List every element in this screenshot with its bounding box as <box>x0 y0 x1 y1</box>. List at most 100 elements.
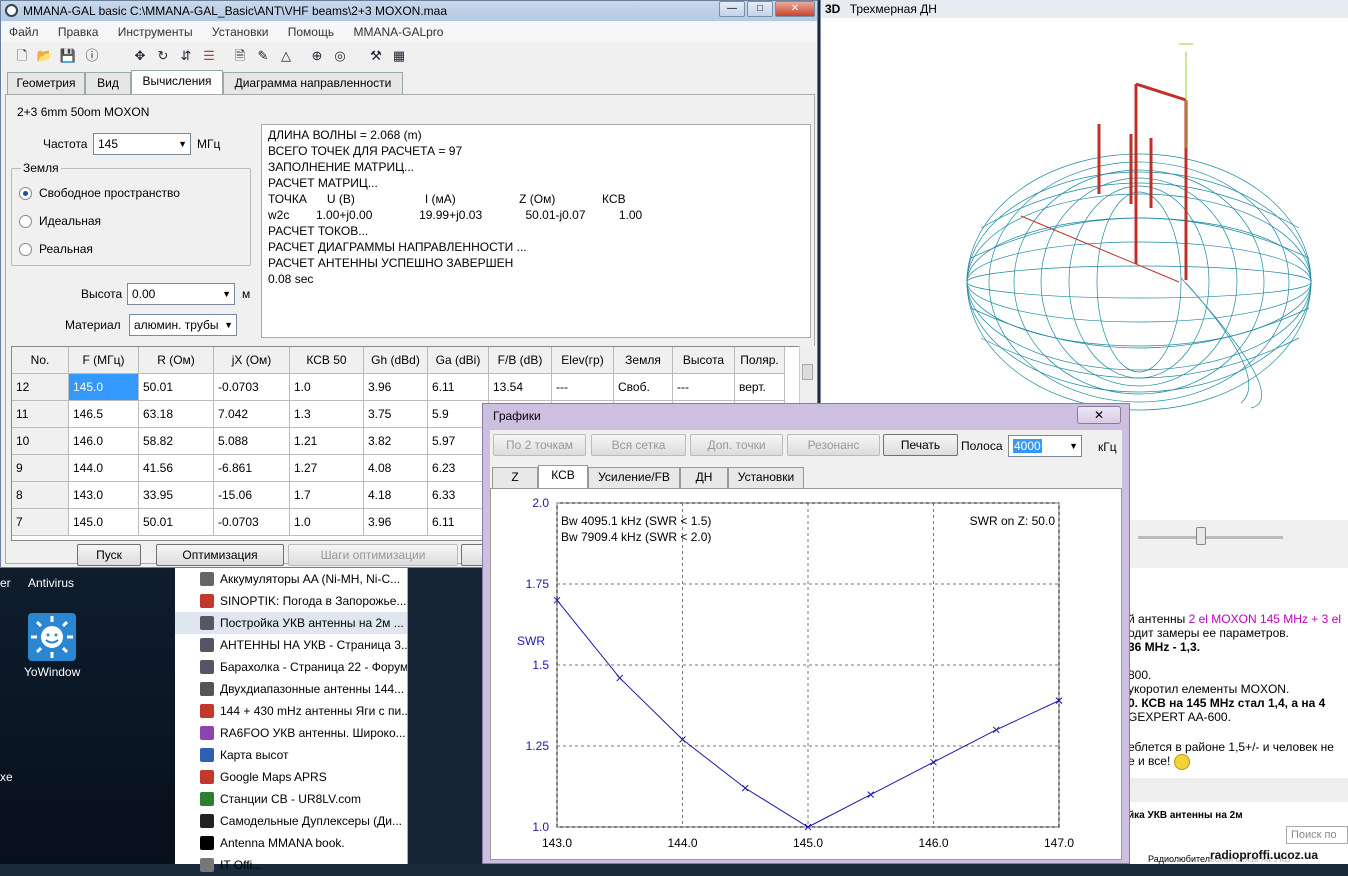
optimize-button[interactable]: Оптимизация <box>156 544 284 566</box>
menu-settings[interactable]: Установки <box>204 22 276 42</box>
table-cell[interactable]: верт. <box>735 374 785 401</box>
tab-view[interactable]: Вид <box>85 72 131 94</box>
table-cell[interactable]: 3.96 <box>364 509 428 536</box>
table-cell[interactable]: 146.0 <box>69 428 139 455</box>
band-combo[interactable]: 4000 ▼ <box>1008 435 1082 457</box>
table-cell[interactable]: 3.82 <box>364 428 428 455</box>
bookmark-item[interactable]: IT Offi... <box>175 854 407 876</box>
target-icon[interactable]: ⊕ <box>308 47 326 65</box>
table-cell[interactable]: 1.3 <box>290 401 364 428</box>
bookmark-item[interactable]: Двухдиапазонные антенны 144... <box>175 678 407 700</box>
stretch-icon[interactable]: ⇵ <box>177 47 195 65</box>
table-cell[interactable]: -15.06 <box>214 482 290 509</box>
resonance-button[interactable]: Резонанс <box>787 434 880 456</box>
material-combo[interactable]: алюмин. трубы ▼ <box>129 314 237 336</box>
table-cell[interactable]: 58.82 <box>139 428 214 455</box>
calculator-icon[interactable]: ▦ <box>390 47 408 65</box>
edit-icon[interactable]: ✎ <box>254 47 272 65</box>
table-cell[interactable]: 146.5 <box>69 401 139 428</box>
maximize-button[interactable]: □ <box>747 1 773 17</box>
tools-icon[interactable]: ⚒ <box>367 47 385 65</box>
web-link-title[interactable]: йка УКВ антенны на 2м <box>1128 810 1243 821</box>
table-cell[interactable]: -0.0703 <box>214 509 290 536</box>
bookmark-item[interactable]: Барахолка - Страница 22 - Форум <box>175 656 407 678</box>
table-cell[interactable]: 10 <box>12 428 69 455</box>
close-button[interactable]: ✕ <box>775 1 815 17</box>
table-header-cell[interactable]: Высота <box>673 347 735 374</box>
bookmark-item[interactable]: SINOPTIK: Погода в Запорожье... <box>175 590 407 612</box>
optimization-steps-button[interactable]: Шаги оптимизации <box>288 544 458 566</box>
open-folder-icon[interactable]: 📂 <box>36 47 54 65</box>
document-icon[interactable]: 🗎 <box>231 47 249 65</box>
table-cell[interactable]: 6.23 <box>428 455 489 482</box>
table-cell[interactable]: 7.042 <box>214 401 290 428</box>
graph-tab-pattern[interactable]: ДН <box>680 467 728 488</box>
table-cell[interactable]: 143.0 <box>69 482 139 509</box>
bookmark-item[interactable]: Самодельные Дуплексеры (Ди... <box>175 810 407 832</box>
3d-slider[interactable] <box>1128 520 1348 568</box>
minimize-button[interactable]: — <box>719 1 745 17</box>
menu-mmana-pro[interactable]: MMANA-GALpro <box>345 22 451 42</box>
table-header-cell[interactable]: Земля <box>614 347 673 374</box>
web-link-moxon[interactable]: 2 el MOXON 145 MHz + 3 el <box>1189 612 1341 626</box>
desktop-label-antivirus[interactable]: Antivirus <box>28 576 74 590</box>
graph-tab-swr[interactable]: КСВ <box>538 465 588 488</box>
menu-file[interactable]: Файл <box>1 22 47 42</box>
radio-free-space[interactable] <box>19 187 32 200</box>
table-cell[interactable]: 8 <box>12 482 69 509</box>
table-cell[interactable]: 3.96 <box>364 374 428 401</box>
slider-thumb[interactable] <box>1196 527 1206 545</box>
table-header-cell[interactable]: Gh (dBd) <box>364 347 428 374</box>
table-header-cell[interactable]: R (Ом) <box>139 347 214 374</box>
tab-pattern[interactable]: Диаграмма направленности <box>223 72 403 94</box>
table-cell[interactable]: 12 <box>12 374 69 401</box>
move-icon[interactable]: ✥ <box>131 47 149 65</box>
height-combo[interactable]: 0.00 ▼ <box>127 283 235 305</box>
web-search-input[interactable]: Поиск по <box>1286 826 1348 844</box>
table-header-cell[interactable]: Ga (dBi) <box>428 347 489 374</box>
table-header-cell[interactable]: Поляр. <box>735 347 785 374</box>
table-header-cell[interactable]: No. <box>12 347 69 374</box>
table-cell[interactable]: 63.18 <box>139 401 214 428</box>
table-cell[interactable]: 11 <box>12 401 69 428</box>
graph-tab-z[interactable]: Z <box>492 467 538 488</box>
table-cell[interactable]: 6.11 <box>428 509 489 536</box>
table-cell[interactable]: 50.01 <box>139 509 214 536</box>
table-cell[interactable]: 13.54 <box>489 374 552 401</box>
graph-tab-gain[interactable]: Усиление/FB <box>588 467 680 488</box>
two-points-button[interactable]: По 2 точкам <box>493 434 586 456</box>
table-header-cell[interactable]: Elev(гр) <box>552 347 614 374</box>
elements-icon[interactable]: ☰ <box>200 47 218 65</box>
table-header-cell[interactable]: jX (Ом) <box>214 347 290 374</box>
table-cell[interactable]: Своб. <box>614 374 673 401</box>
bookmark-item[interactable]: RA6FOO УКВ антенны. Широко... <box>175 722 407 744</box>
table-cell[interactable]: --- <box>552 374 614 401</box>
rotate-icon[interactable]: ↻ <box>154 47 172 65</box>
table-cell[interactable]: -0.0703 <box>214 374 290 401</box>
table-cell[interactable]: 145.0 <box>69 374 139 401</box>
menu-edit[interactable]: Правка <box>50 22 107 42</box>
table-cell[interactable]: 3.75 <box>364 401 428 428</box>
table-cell[interactable]: 1.7 <box>290 482 364 509</box>
triangle-icon[interactable]: △ <box>277 47 295 65</box>
radio-real[interactable] <box>19 243 32 256</box>
table-cell[interactable]: 9 <box>12 455 69 482</box>
radio-perfect[interactable] <box>19 215 32 228</box>
table-cell[interactable]: --- <box>673 374 735 401</box>
table-cell[interactable]: 5.088 <box>214 428 290 455</box>
table-cell[interactable]: 33.95 <box>139 482 214 509</box>
table-cell[interactable]: 41.56 <box>139 455 214 482</box>
tab-geometry[interactable]: Геометрия <box>7 72 85 94</box>
extra-points-button[interactable]: Доп. точки <box>690 434 783 456</box>
table-cell[interactable]: 144.0 <box>69 455 139 482</box>
bookmark-item[interactable]: Карта высот <box>175 744 407 766</box>
bookmark-item[interactable]: Аккумуляторы AA (Ni-MH, Ni-C... <box>175 568 407 590</box>
table-header-cell[interactable]: F (МГц) <box>69 347 139 374</box>
globe-icon[interactable]: ◎ <box>331 47 349 65</box>
menu-help[interactable]: Помощь <box>280 22 342 42</box>
frequency-combo[interactable]: 145 ▼ <box>93 133 191 155</box>
save-icon[interactable]: 💾 <box>59 47 77 65</box>
start-button[interactable]: Пуск <box>77 544 141 566</box>
table-cell[interactable]: 6.33 <box>428 482 489 509</box>
table-cell[interactable]: 5.9 <box>428 401 489 428</box>
